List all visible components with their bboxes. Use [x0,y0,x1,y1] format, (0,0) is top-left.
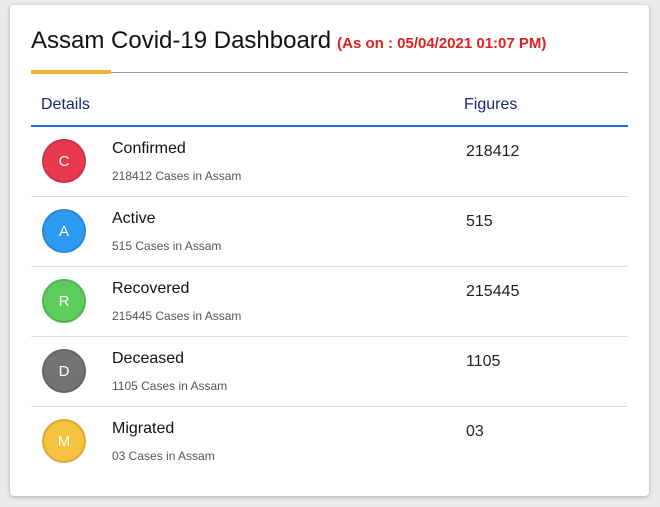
dashboard-header: Assam Covid-19 Dashboard (As on : 05/04/2… [31,27,546,55]
row-title: Migrated [112,420,175,437]
row-subtitle: 218412 Cases in Assam [112,169,242,183]
table-row: D Deceased 1105 Cases in Assam 1105 [31,337,628,407]
row-subtitle: 515 Cases in Assam [112,239,222,253]
title-divider [31,72,628,73]
stats-table: C Confirmed 218412 Cases in Assam 218412… [31,127,628,476]
table-row: M Migrated 03 Cases in Assam 03 [31,407,628,476]
row-subtitle: 03 Cases in Assam [112,449,215,463]
title-accent-bar [31,70,111,74]
avatar: M [42,419,86,463]
row-figure: 515 [466,213,493,230]
page-title: Assam Covid-19 Dashboard [31,27,332,54]
row-subtitle: 215445 Cases in Assam [112,309,242,323]
row-figure: 218412 [466,143,520,160]
row-title: Active [112,210,156,227]
avatar: D [42,349,86,393]
row-figure: 03 [466,423,484,440]
dashboard-card: Assam Covid-19 Dashboard (As on : 05/04/2… [10,5,649,496]
as-on-timestamp: (As on : 05/04/2021 01:07 PM) [337,35,547,52]
row-title: Deceased [112,350,185,367]
avatar: C [42,139,86,183]
table-row: R Recovered 215445 Cases in Assam 215445 [31,267,628,337]
column-header-figures: Figures [464,96,518,113]
row-title: Recovered [112,280,190,297]
table-row: C Confirmed 218412 Cases in Assam 218412 [31,127,628,197]
table-row: A Active 515 Cases in Assam 515 [31,197,628,267]
row-subtitle: 1105 Cases in Assam [112,379,228,393]
column-header-details: Details [41,96,90,113]
row-figure: 1105 [466,353,501,370]
avatar: A [42,209,86,253]
row-title: Confirmed [112,140,186,157]
row-figure: 215445 [466,283,520,300]
avatar: R [42,279,86,323]
